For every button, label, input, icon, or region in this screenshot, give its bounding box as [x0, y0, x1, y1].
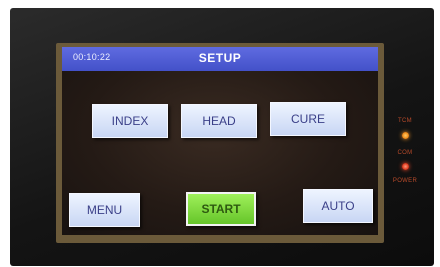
index-button[interactable]: INDEX: [92, 104, 168, 138]
tcm-label: TCM: [398, 118, 412, 124]
screen-title: SETUP: [198, 51, 242, 65]
power-label: POWER: [392, 178, 418, 184]
com-label: COM: [397, 150, 413, 156]
tcm-led-icon: [402, 132, 409, 139]
title-bar: 00:10:22 SETUP: [62, 47, 378, 71]
com-led-icon: [402, 163, 409, 170]
touch-screen: 00:10:22 SETUP INDEX HEAD CURE MENU STAR…: [62, 47, 378, 235]
head-button[interactable]: HEAD: [181, 104, 257, 138]
status-indicator-panel: TCM COM POWER: [385, 118, 425, 193]
auto-button[interactable]: AUTO: [303, 189, 373, 223]
start-button[interactable]: START: [186, 192, 256, 226]
cure-button[interactable]: CURE: [270, 102, 346, 136]
menu-button[interactable]: MENU: [69, 193, 140, 227]
